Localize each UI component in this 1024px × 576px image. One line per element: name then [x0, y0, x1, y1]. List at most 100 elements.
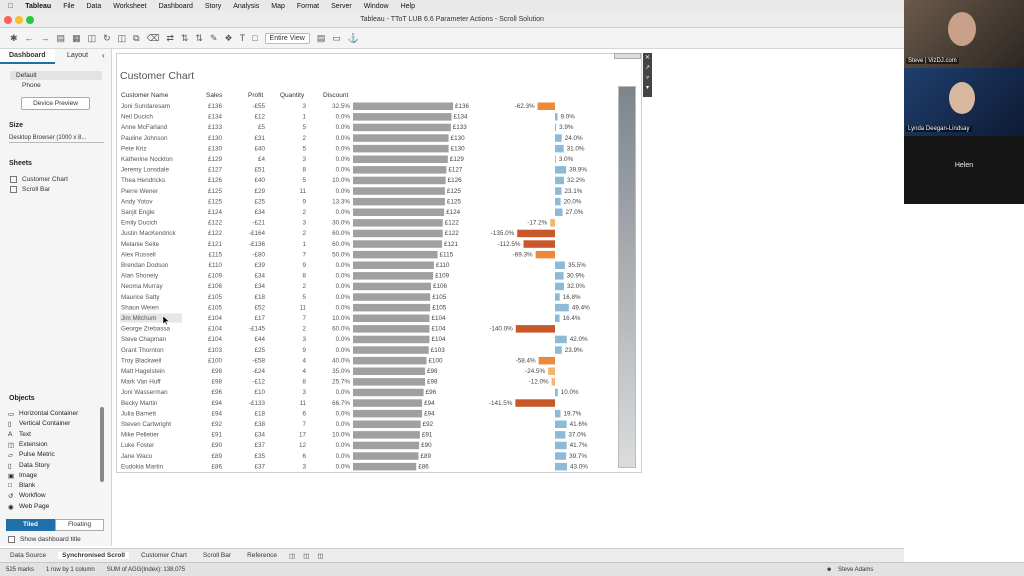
- menu-file[interactable]: File: [63, 3, 74, 10]
- size-heading: Size: [9, 122, 24, 129]
- object-text[interactable]: Text: [19, 431, 31, 438]
- duplicate-icon[interactable]: ⧉: [133, 33, 139, 44]
- filter-icon[interactable]: ▿: [643, 73, 652, 83]
- cell-quantity: 2: [302, 209, 306, 216]
- sheet-scroll-bar[interactable]: Scroll Bar: [22, 186, 50, 193]
- menu-items: File Data Worksheet Dashboard Story Analysis M…: [63, 3, 415, 10]
- device-default[interactable]: Default: [16, 72, 37, 79]
- swap-icon[interactable]: ⇄: [166, 33, 174, 44]
- show-title-checkbox[interactable]: [8, 536, 15, 543]
- back-icon[interactable]: ←: [25, 33, 34, 43]
- cell-sales: £86: [211, 463, 222, 470]
- object-horizontal-container[interactable]: Horizontal Container: [19, 410, 78, 417]
- size-select[interactable]: Desktop Browser (1000 x 8...: [9, 133, 104, 143]
- sheet-tab-data-source[interactable]: Data Source: [6, 552, 50, 559]
- new-datasource-tab-icon[interactable]: ◫: [289, 552, 295, 560]
- new-dashboard-tab-icon[interactable]: ◫: [317, 552, 323, 560]
- fix-axes-icon[interactable]: □: [252, 33, 257, 43]
- device-phone[interactable]: Phone: [22, 82, 41, 89]
- collapse-pane-icon[interactable]: ‹: [102, 51, 105, 60]
- cell-discount: 0.0%: [336, 135, 351, 142]
- sheet-tab-synchronised-scroll[interactable]: Synchronised Scroll: [58, 552, 129, 559]
- sheets-heading: Sheets: [9, 160, 32, 167]
- menu-window[interactable]: Window: [364, 3, 389, 10]
- new-datasource-icon[interactable]: ▦: [72, 33, 81, 44]
- close-window-button[interactable]: [4, 16, 12, 24]
- profit-ratio-label: 43.0%: [570, 463, 588, 470]
- cell-profit: £35: [254, 453, 265, 460]
- sales-bar: [353, 420, 421, 428]
- clear-icon[interactable]: ⌫: [147, 33, 160, 44]
- object-blank[interactable]: Blank: [19, 482, 35, 489]
- menu-data[interactable]: Data: [86, 3, 101, 10]
- status-user[interactable]: Steve Adams: [838, 567, 873, 573]
- forward-icon[interactable]: →: [41, 33, 50, 43]
- object-pulse-metric[interactable]: Pulse Metric: [19, 451, 55, 458]
- view-fit-select[interactable]: Entire View: [264, 32, 310, 44]
- apple-icon[interactable]: : [8, 3, 13, 10]
- cell-customer-name: Shaun Weien: [121, 304, 159, 311]
- more-options-icon[interactable]: ▾: [643, 83, 652, 93]
- object-data-story[interactable]: Data Story: [19, 462, 50, 469]
- refresh-icon[interactable]: ↻: [103, 33, 111, 44]
- tab-layout[interactable]: Layout: [67, 52, 88, 59]
- scroll-slider[interactable]: [618, 86, 636, 468]
- menu-format[interactable]: Format: [297, 3, 319, 10]
- menu-analysis[interactable]: Analysis: [233, 3, 259, 10]
- presentation-icon[interactable]: ▭: [332, 33, 341, 44]
- object-extension[interactable]: Extension: [19, 441, 48, 448]
- object-image[interactable]: Image: [19, 472, 37, 479]
- object-web-page[interactable]: Web Page: [19, 503, 49, 510]
- cell-discount: 0.0%: [336, 421, 351, 428]
- menu-app[interactable]: Tableau: [25, 3, 51, 10]
- menu-worksheet[interactable]: Worksheet: [113, 3, 146, 10]
- sort-desc-icon[interactable]: ⇅: [195, 33, 203, 44]
- cell-sales: £133: [208, 124, 223, 131]
- menu-map[interactable]: Map: [271, 3, 285, 10]
- cell-customer-name: Anne McFarland: [121, 124, 168, 131]
- cell-quantity: 2: [302, 283, 306, 290]
- cell-customer-name: Eudokia Martin: [121, 463, 163, 470]
- menu-help[interactable]: Help: [401, 3, 415, 10]
- sheet-customer-chart[interactable]: Customer Chart: [22, 176, 68, 183]
- sheet-tab-customer-chart[interactable]: Customer Chart: [137, 552, 191, 559]
- scroll-grip[interactable]: [614, 53, 641, 59]
- objects-scrollbar[interactable]: [100, 407, 104, 482]
- sheet-tab-scroll-bar[interactable]: Scroll Bar: [199, 552, 235, 559]
- object-workflow[interactable]: Workflow: [19, 492, 46, 499]
- labels-icon[interactable]: T: [240, 33, 246, 43]
- sort-asc-icon[interactable]: ⇅: [181, 33, 189, 44]
- new-sheet-tab-icon[interactable]: ◫: [303, 552, 309, 560]
- minimize-window-button[interactable]: [15, 16, 23, 24]
- group-icon[interactable]: ❖: [225, 33, 233, 44]
- remove-icon[interactable]: ✕: [643, 53, 652, 63]
- device-preview-button[interactable]: Device Preview: [21, 97, 90, 110]
- cell-profit: -£58: [252, 357, 265, 364]
- pause-icon[interactable]: ◫: [88, 33, 97, 44]
- cell-sales: £129: [208, 156, 223, 163]
- sheet-tab-reference[interactable]: Reference: [243, 552, 281, 559]
- sales-bar-label: £105: [432, 294, 447, 301]
- sales-bar-label: £86: [418, 463, 429, 470]
- new-sheet-icon[interactable]: ◫: [118, 33, 127, 44]
- save-icon[interactable]: ▤: [57, 33, 66, 44]
- sales-bar-label: £136: [455, 103, 470, 110]
- tiled-button[interactable]: Tiled: [6, 519, 55, 531]
- tab-dashboard[interactable]: Dashboard: [9, 52, 46, 59]
- user-icon[interactable]: ☻: [826, 567, 832, 573]
- zoom-window-button[interactable]: [26, 16, 34, 24]
- object-vertical-container[interactable]: Vertical Container: [19, 420, 70, 427]
- tableau-logo-icon[interactable]: ✱: [10, 33, 18, 44]
- cell-profit: £39: [254, 262, 265, 269]
- share-icon[interactable]: ⚓: [348, 33, 359, 44]
- sales-bar: [353, 155, 448, 163]
- highlight-icon[interactable]: ✎: [210, 33, 218, 44]
- cell-profit: £52: [254, 304, 265, 311]
- show-cards-icon[interactable]: ▤: [317, 33, 326, 44]
- go-to-sheet-icon[interactable]: ↗: [643, 63, 652, 73]
- menu-dashboard[interactable]: Dashboard: [159, 3, 193, 10]
- menu-story[interactable]: Story: [205, 3, 221, 10]
- cell-customer-name: Pauline Johnson: [121, 135, 168, 142]
- floating-button[interactable]: Floating: [55, 519, 104, 531]
- menu-server[interactable]: Server: [331, 3, 352, 10]
